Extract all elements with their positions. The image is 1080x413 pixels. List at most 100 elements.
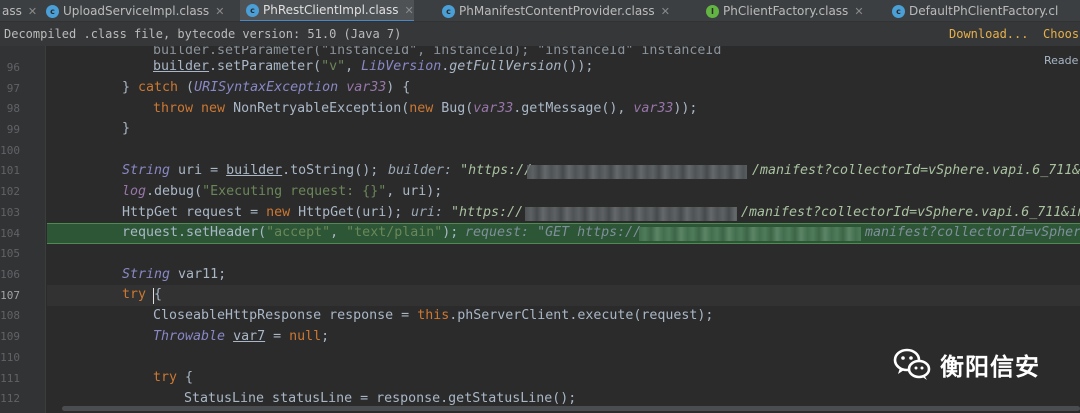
tab-label: PhRestClientImpl.class: [263, 3, 399, 17]
tab-ph-rest-client-impl[interactable]: c PhRestClientImpl.class ✕: [240, 0, 414, 21]
code-token: CloseableHttpResponse response =: [153, 308, 418, 323]
class-icon: c: [46, 4, 59, 18]
code-token: }: [122, 80, 139, 95]
close-icon[interactable]: ✕: [215, 5, 224, 18]
line-number: 109: [0, 330, 20, 343]
code-token: (: [178, 80, 195, 95]
redacted-host: [525, 207, 737, 221]
line-number: 98: [6, 102, 20, 115]
debug-value-tail: /manifest?collectorId=vSphere.vapi.6_711…: [752, 163, 1080, 178]
code-line: log.debug("Executing request: {}", uri);: [47, 182, 1080, 203]
code-line: throw new NonRetryableException(new Bug(…: [47, 99, 1080, 120]
code-token: "v": [321, 59, 346, 74]
code-token: new: [266, 205, 291, 220]
code-token: ) {: [386, 80, 411, 95]
line-number: 108: [0, 309, 20, 322]
debug-value: "GET https://: [537, 225, 642, 240]
code-text: Throwable var7 = null;: [153, 329, 329, 344]
close-icon[interactable]: ✕: [854, 5, 863, 18]
code-token: .execute(request);: [569, 308, 714, 323]
code-text: builder.setParameter("v", LibVersion.get…: [153, 59, 593, 74]
code-text: CloseableHttpResponse response = this.ph…: [153, 308, 713, 323]
code-text: throw new NonRetryableException(new Bug(…: [153, 101, 697, 116]
code-token: .setParameter(: [209, 59, 322, 74]
line-number: 106: [0, 268, 20, 281]
line-number: 101: [0, 164, 20, 177]
download-sources-link[interactable]: Download...: [949, 27, 1028, 41]
line-number: 96: [6, 61, 20, 74]
code-token: ;: [321, 329, 330, 344]
choose-sources-link[interactable]: Choos: [1043, 27, 1079, 41]
code-text: try {: [153, 370, 193, 385]
code-token: try: [122, 287, 147, 302]
code-token: URISyntaxException: [194, 80, 339, 95]
debug-value: "https://: [451, 205, 524, 220]
tab-label: ass: [2, 4, 22, 18]
line-number-gutter: 96 97 98 99 100 101 102 103 104 105 106 …: [0, 46, 46, 413]
debug-label: uri:: [411, 205, 452, 220]
code-token: ));: [673, 101, 698, 116]
decompiled-message: Decompiled .class file, bytecode version…: [4, 27, 402, 41]
code-token: {: [146, 287, 163, 302]
code-token: try: [153, 370, 178, 385]
debug-value: "https://: [460, 163, 533, 178]
code-token: .debug(: [146, 184, 203, 199]
line-number: 104: [0, 227, 20, 240]
horizontal-scrollbar[interactable]: [62, 406, 1080, 411]
code-token: var33: [346, 80, 387, 95]
tab-default-ph-client-factory[interactable]: c DefaultPhClientFactory.cl: [886, 0, 1058, 21]
code-text: StatusLine statusLine = response.getStat…: [184, 391, 577, 406]
tab-label: UploadServiceImpl.class: [63, 4, 210, 18]
code-line: String uri = builder.toString(); builder…: [47, 161, 1080, 182]
code-line: String var11;: [47, 265, 1080, 286]
debug-value-tail: /manifest?collectorId=vSphere.vapi.6_711…: [741, 205, 1080, 220]
code-token: NonRetryableException(: [225, 101, 410, 116]
code-token: catch: [138, 80, 179, 95]
code-token: String: [122, 163, 171, 178]
close-icon[interactable]: ✕: [28, 5, 37, 18]
tab-ass[interactable]: ass ✕: [0, 0, 37, 21]
watermark-text: 衡阳信安: [940, 352, 1040, 381]
code-token: builder: [153, 59, 210, 74]
code-text: log.debug("Executing request: {}", uri);: [122, 184, 442, 199]
code-text: String uri = builder.toString();: [122, 163, 378, 178]
code-token: new: [409, 101, 434, 116]
code-token: .toString();: [282, 163, 379, 178]
code-token: uri =: [170, 163, 227, 178]
close-icon[interactable]: ✕: [661, 5, 670, 18]
debug-label: request:: [465, 225, 538, 240]
tab-ph-manifest-content-provider[interactable]: c PhManifestContentProvider.class ✕: [436, 0, 670, 21]
code-token: Throwable: [153, 329, 226, 344]
code-token: , uri);: [386, 184, 443, 199]
redacted-host: [639, 227, 861, 241]
line-number: 110: [0, 351, 20, 364]
code-token: var33: [473, 101, 514, 116]
code-token: "text/plain": [346, 225, 443, 240]
tab-upload-service-impl[interactable]: c UploadServiceImpl.class ✕: [40, 0, 224, 21]
code-line-highlighted: request.setHeader("accept", "text/plain"…: [47, 223, 1080, 244]
code-text: HttpGet request = new HttpGet(uri);: [122, 205, 402, 220]
code-token: .getMessage(),: [513, 101, 634, 116]
line-number: 112: [0, 392, 20, 405]
tab-label: PhClientFactory.class: [723, 4, 849, 18]
line-number: 97: [6, 82, 20, 95]
code-token: var33: [633, 101, 674, 116]
tab-ph-client-factory[interactable]: I PhClientFactory.class ✕: [700, 0, 864, 21]
class-icon: c: [246, 3, 259, 17]
line-number: 102: [0, 185, 20, 198]
debug-value-tail: manifest?collectorId=vSphere: [865, 225, 1080, 240]
close-icon[interactable]: ✕: [405, 4, 414, 17]
text-caret: [153, 288, 154, 304]
code-token: getFullVersion: [449, 59, 562, 74]
line-number: 111: [0, 372, 20, 385]
code-token: ,: [345, 59, 362, 74]
code-token: new: [201, 101, 226, 116]
line-number: 103: [0, 206, 20, 219]
decompiled-info-bar: Decompiled .class file, bytecode version…: [0, 22, 1080, 46]
class-icon: c: [892, 4, 905, 18]
wechat-watermark: 衡阳信安: [892, 342, 1062, 386]
code-line: } catch (URISyntaxException var33) {: [47, 78, 1080, 99]
